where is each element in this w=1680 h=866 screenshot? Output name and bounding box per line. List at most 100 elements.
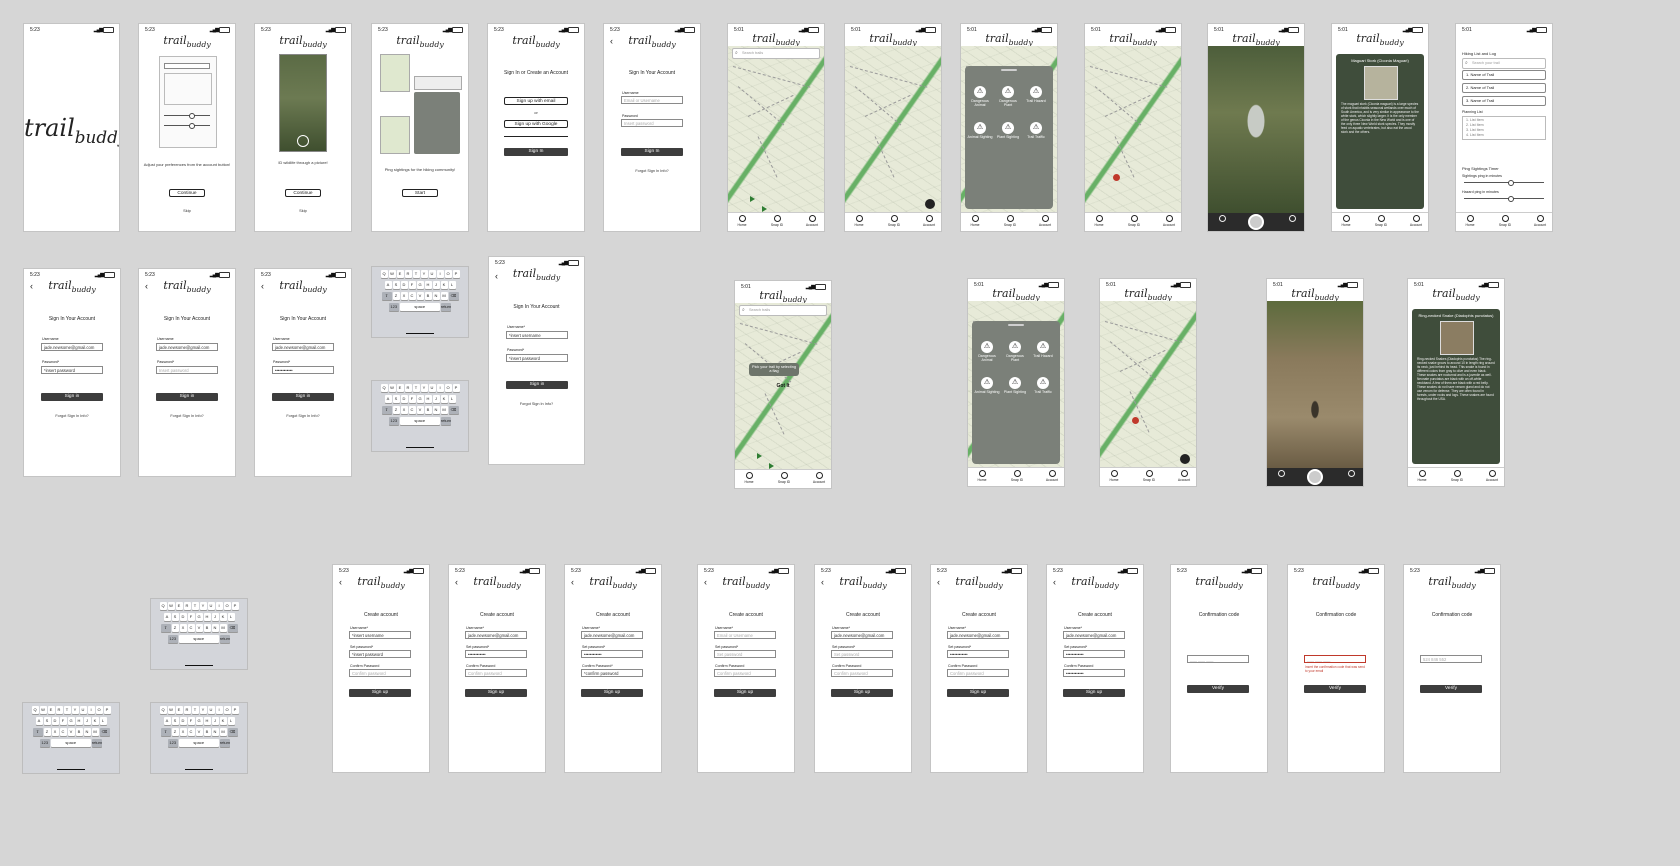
account-tab[interactable]: Account <box>919 215 939 227</box>
key-y[interactable]: Y <box>199 706 207 714</box>
key-f[interactable]: F <box>59 717 67 725</box>
skip-link[interactable]: Skip <box>139 208 235 213</box>
key-j[interactable]: J <box>211 613 219 621</box>
set-password-input[interactable]: •••••••••••• <box>1063 650 1125 658</box>
key-s[interactable]: S <box>392 395 400 403</box>
key-o[interactable]: O <box>223 706 231 714</box>
key-p[interactable]: P <box>452 270 460 278</box>
shift-key[interactable]: ⇧ <box>160 728 171 736</box>
key-d[interactable]: D <box>400 395 408 403</box>
key-i[interactable]: I <box>87 706 95 714</box>
key-g[interactable]: G <box>195 613 203 621</box>
back-arrow-icon[interactable]: ‹ <box>145 281 148 291</box>
key-m[interactable]: M <box>440 406 448 414</box>
home-tab[interactable]: Home <box>972 470 992 482</box>
account-tab[interactable]: Account <box>1174 470 1194 482</box>
username-input[interactable]: Email or Username <box>621 96 683 104</box>
forgot-link[interactable]: Forgot Sign In Info? <box>255 414 351 418</box>
set-password-input[interactable]: Set password <box>831 650 893 658</box>
key-t[interactable]: T <box>412 384 420 392</box>
key-x[interactable]: X <box>51 728 59 736</box>
key-t[interactable]: T <box>63 706 71 714</box>
trail-flag-icon[interactable] <box>757 453 762 459</box>
key-u[interactable]: U <box>428 384 436 392</box>
key-q[interactable]: Q <box>380 384 388 392</box>
home-tab[interactable]: Home <box>1460 215 1480 227</box>
back-arrow-icon[interactable]: ‹ <box>1053 577 1056 587</box>
key-w[interactable]: W <box>167 602 175 610</box>
delete-key[interactable]: ⌫ <box>99 728 110 736</box>
sign-in-button[interactable]: Sign in <box>272 393 334 401</box>
account-tab[interactable]: Account <box>1406 215 1426 227</box>
trail-item[interactable]: 1. Name of Trail <box>1462 70 1546 80</box>
key-j[interactable]: J <box>211 717 219 725</box>
key-k[interactable]: K <box>440 395 448 403</box>
back-arrow-icon[interactable]: ‹ <box>937 577 940 587</box>
panel-handle[interactable] <box>1001 69 1017 71</box>
confirmation-code-input[interactable]: ___ ___ ___ <box>1304 655 1366 663</box>
key-c[interactable]: C <box>59 728 67 736</box>
shift-key[interactable]: ⇧ <box>381 292 392 300</box>
numbers-key[interactable]: 123 <box>39 739 50 747</box>
key-l[interactable]: L <box>448 395 456 403</box>
key-e[interactable]: E <box>47 706 55 714</box>
hazard-slider[interactable] <box>1464 196 1544 202</box>
sign-in-button[interactable]: Sign in <box>41 393 103 401</box>
key-l[interactable]: L <box>448 281 456 289</box>
key-d[interactable]: D <box>51 717 59 725</box>
sign-up-button[interactable]: Sign up <box>349 689 411 697</box>
password-input[interactable]: *insert password <box>41 366 103 374</box>
key-a[interactable]: A <box>163 717 171 725</box>
shutter-button[interactable] <box>1307 469 1323 485</box>
key-g[interactable]: G <box>416 281 424 289</box>
return-key[interactable]: return <box>440 303 452 311</box>
continue-button[interactable]: Continue <box>169 189 205 197</box>
key-b[interactable]: B <box>424 292 432 300</box>
key-c[interactable]: C <box>408 406 416 414</box>
key-w[interactable]: W <box>39 706 47 714</box>
account-tab[interactable]: Account <box>1530 215 1550 227</box>
key-z[interactable]: Z <box>171 624 179 632</box>
trail-map[interactable] <box>728 46 824 227</box>
sign-up-google-button[interactable]: Sign up with Google <box>504 120 568 128</box>
return-key[interactable]: return <box>219 635 231 643</box>
start-button[interactable]: Start <box>402 189 438 197</box>
shutter-button[interactable] <box>1248 214 1264 230</box>
key-v[interactable]: V <box>67 728 75 736</box>
key-v[interactable]: V <box>416 406 424 414</box>
confirmation-code-input[interactable]: ___ ___ ___ <box>1187 655 1249 663</box>
category-dangerous-animal[interactable]: ⚠ Dangerous Animal <box>974 341 1000 362</box>
key-q[interactable]: Q <box>31 706 39 714</box>
category-plant-sighting[interactable]: ⚠ Plant Sighting <box>995 122 1021 139</box>
category-trail-hazard[interactable]: ⚠ Trail Hazard <box>1030 341 1056 358</box>
key-l[interactable]: L <box>227 717 235 725</box>
key-w[interactable]: W <box>167 706 175 714</box>
key-q[interactable]: Q <box>159 602 167 610</box>
key-q[interactable]: Q <box>159 706 167 714</box>
key-i[interactable]: I <box>436 384 444 392</box>
forgot-link[interactable]: Forgot Sign In Info? <box>604 169 700 173</box>
key-u[interactable]: U <box>207 706 215 714</box>
key-y[interactable]: Y <box>420 270 428 278</box>
delete-key[interactable]: ⌫ <box>227 624 238 632</box>
key-c[interactable]: C <box>187 728 195 736</box>
set-password-input[interactable]: •••••••••••• <box>581 650 643 658</box>
skip-link[interactable]: Skip <box>255 208 351 213</box>
return-key[interactable]: return <box>91 739 103 747</box>
key-h[interactable]: H <box>203 613 211 621</box>
key-u[interactable]: U <box>79 706 87 714</box>
key-u[interactable]: U <box>207 602 215 610</box>
key-n[interactable]: N <box>211 624 219 632</box>
sign-in-button[interactable]: Sign in <box>506 381 568 389</box>
sign-up-button[interactable]: Sign up <box>581 689 643 697</box>
key-x[interactable]: X <box>179 728 187 736</box>
key-c[interactable]: C <box>408 292 416 300</box>
password-input[interactable]: Insert password <box>621 119 683 127</box>
confirm-password-input[interactable]: Confirm password <box>947 669 1009 677</box>
key-g[interactable]: G <box>416 395 424 403</box>
set-password-input[interactable]: •••••••••••• <box>947 650 1009 658</box>
category-dangerous-animal[interactable]: ⚠ Dangerous Animal <box>967 86 993 107</box>
snap-id-tab[interactable]: Snap ID <box>1371 215 1391 227</box>
key-t[interactable]: T <box>191 602 199 610</box>
username-input[interactable]: jade.newsome@gmail.com <box>581 631 643 639</box>
